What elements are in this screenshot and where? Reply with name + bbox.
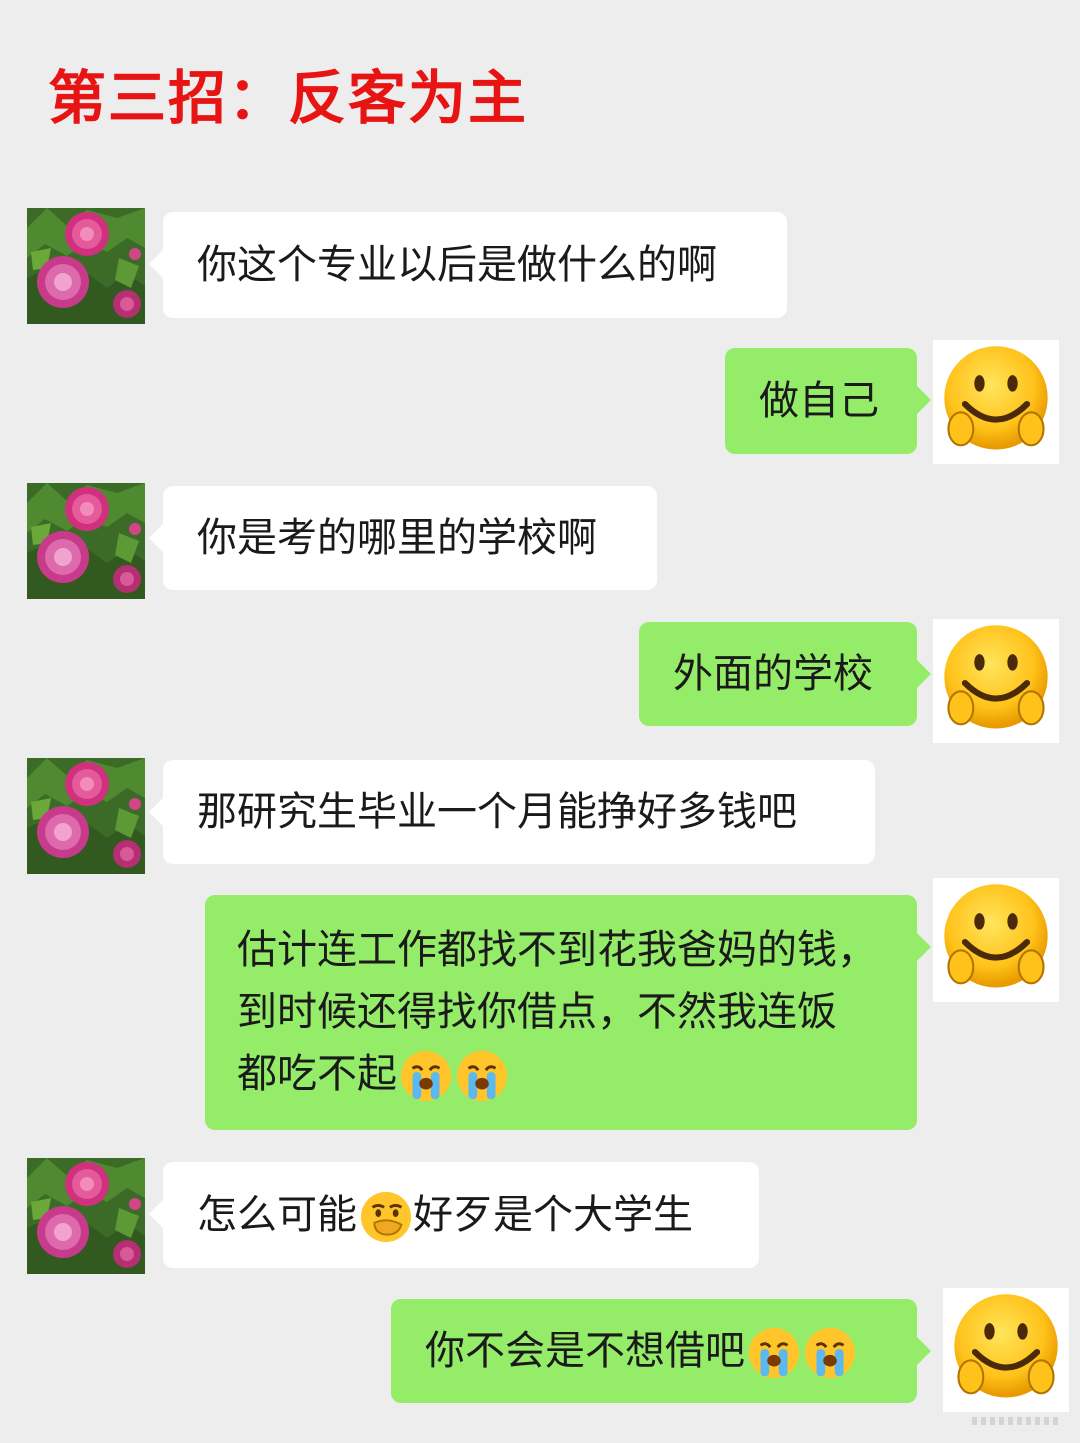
outgoing-message[interactable]: 估计连工作都找不到花我爸妈的钱， 到时候还得找你借点，不然我连饭 都吃不起: [205, 895, 931, 1130]
message-line: 到时候还得找你借点，不然我连饭: [237, 989, 837, 1035]
crying-face-icon: [455, 1049, 509, 1103]
contact-avatar[interactable]: [27, 758, 145, 874]
contact-avatar[interactable]: [27, 483, 145, 599]
user-avatar[interactable]: [943, 1288, 1069, 1412]
crying-face-icon: [803, 1326, 857, 1380]
smiley-face-icon: [933, 878, 1059, 1002]
page-title: 第三招：反客为主: [48, 64, 529, 132]
message-text: 怎么可能: [197, 1192, 357, 1238]
user-avatar[interactable]: [933, 340, 1059, 464]
peony-flower-icon: [27, 208, 145, 324]
peony-flower-icon: [27, 1158, 145, 1274]
outgoing-message[interactable]: 做自己: [725, 348, 931, 454]
contact-avatar[interactable]: [27, 208, 145, 324]
user-avatar[interactable]: [933, 619, 1059, 743]
incoming-message[interactable]: 你是考的哪里的学校啊: [149, 486, 657, 590]
incoming-message[interactable]: 那研究生毕业一个月能挣好多钱吧: [149, 760, 875, 864]
message-text: 好歹是个大学生: [413, 1192, 693, 1238]
smiley-face-icon: [943, 1288, 1069, 1412]
smiley-face-icon: [933, 619, 1059, 743]
peony-flower-icon: [27, 758, 145, 874]
outgoing-message[interactable]: 外面的学校: [639, 622, 931, 726]
hand-over-mouth-icon: [359, 1190, 413, 1244]
incoming-message[interactable]: 你这个专业以后是做什么的啊: [149, 212, 787, 318]
message-line: 估计连工作都找不到花我爸妈的钱，: [237, 927, 877, 973]
message-text: 你这个专业以后是做什么的啊: [197, 242, 717, 288]
peony-flower-icon: [27, 483, 145, 599]
message-text: 你不会是不想借吧: [425, 1328, 745, 1374]
message-text: 做自己: [759, 378, 879, 424]
message-text: 你是考的哪里的学校啊: [197, 515, 597, 561]
crying-face-icon: [747, 1326, 801, 1380]
user-avatar[interactable]: [933, 878, 1059, 1002]
message-line: 都吃不起: [237, 1051, 397, 1097]
smiley-face-icon: [933, 340, 1059, 464]
message-text: 那研究生毕业一个月能挣好多钱吧: [197, 789, 797, 835]
watermark-dots: [972, 1417, 1062, 1425]
incoming-message[interactable]: 怎么可能 好歹是个大学生: [149, 1162, 759, 1268]
crying-face-icon: [399, 1049, 453, 1103]
outgoing-message[interactable]: 你不会是不想借吧: [391, 1299, 931, 1403]
message-text: 外面的学校: [673, 651, 873, 697]
contact-avatar[interactable]: [27, 1158, 145, 1274]
